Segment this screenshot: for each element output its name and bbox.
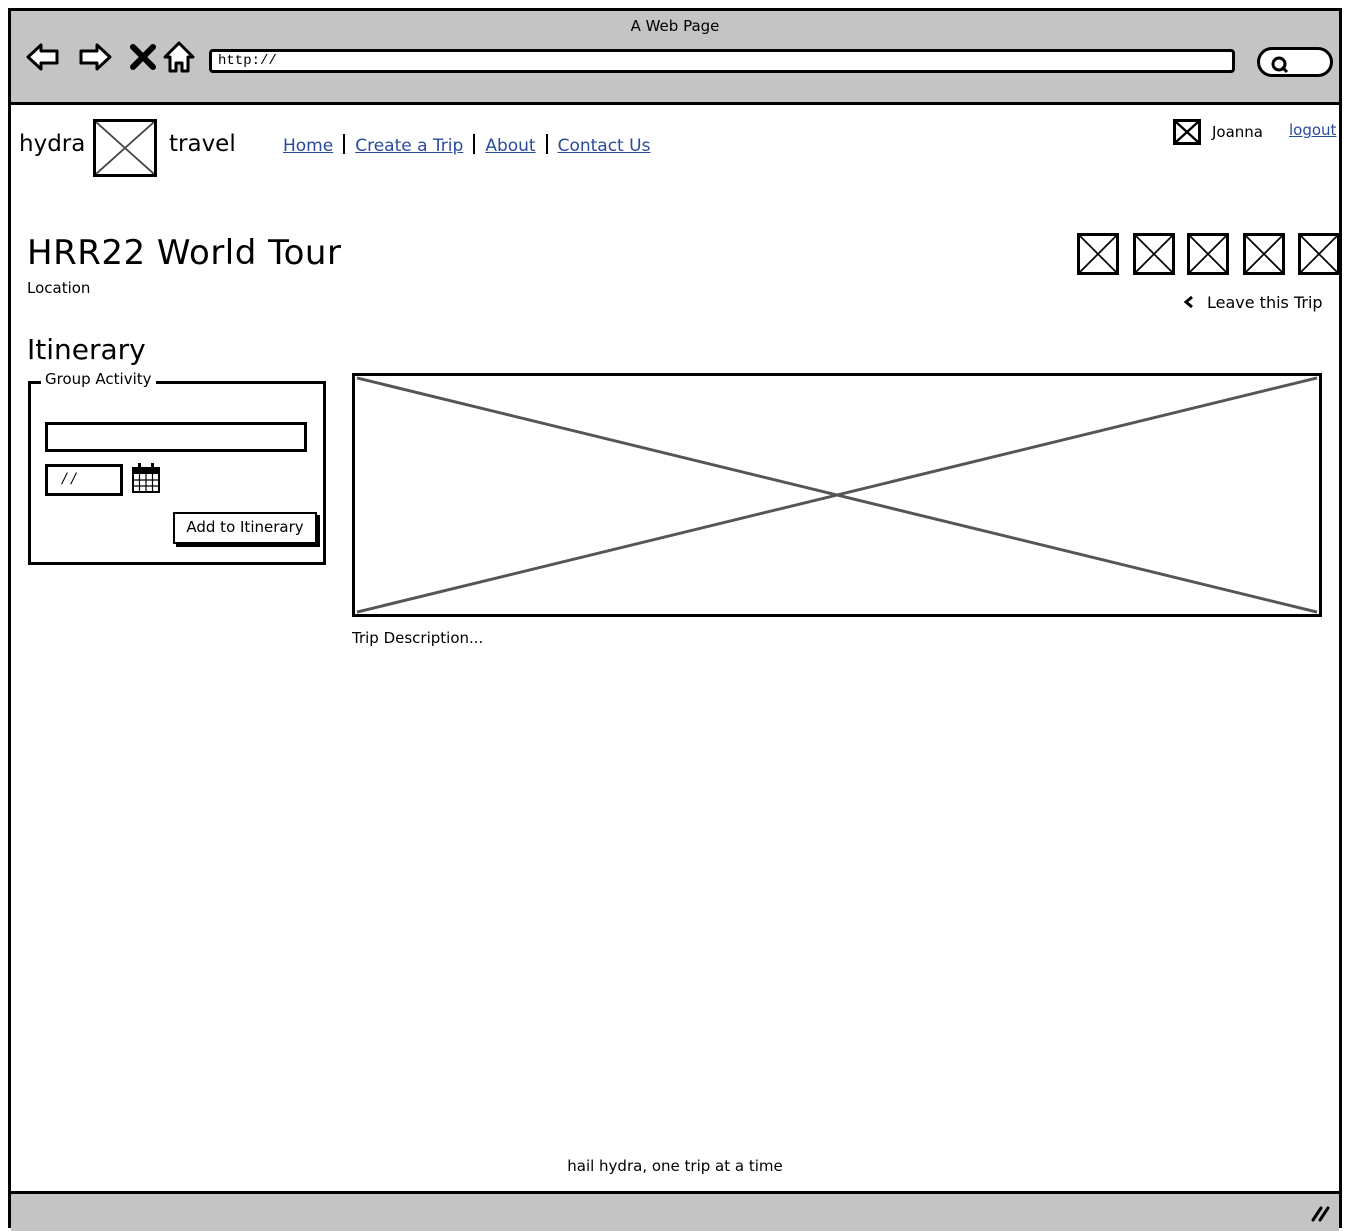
leave-trip-label: Leave this Trip bbox=[1207, 293, 1323, 312]
nav-home-link[interactable]: Home bbox=[283, 136, 333, 156]
home-icon[interactable] bbox=[161, 39, 197, 75]
itinerary-heading: Itinerary bbox=[27, 333, 146, 366]
member-avatar[interactable] bbox=[1133, 233, 1175, 275]
calendar-icon[interactable] bbox=[131, 462, 161, 494]
footer-tagline: hail hydra, one trip at a time bbox=[567, 1157, 783, 1175]
member-avatar[interactable] bbox=[1298, 233, 1340, 275]
forward-arrow-icon[interactable] bbox=[77, 39, 113, 75]
close-icon[interactable] bbox=[125, 39, 161, 75]
member-avatar[interactable] bbox=[1077, 233, 1119, 275]
logo-text-right: travel bbox=[169, 131, 236, 157]
chevron-left-icon bbox=[1183, 295, 1193, 309]
nav-contact-link[interactable]: Contact Us bbox=[558, 136, 651, 156]
trip-location: Location bbox=[27, 279, 91, 297]
group-activity-panel: Group Activity / / Add to Itinerary bbox=[28, 370, 326, 565]
logout-link[interactable]: logout bbox=[1289, 121, 1336, 139]
group-activity-label: Group Activity bbox=[41, 370, 156, 388]
activity-input[interactable] bbox=[45, 422, 307, 452]
trip-description: Trip Description... bbox=[352, 629, 484, 647]
leave-trip-link[interactable]: Leave this Trip bbox=[1183, 293, 1323, 312]
back-arrow-icon[interactable] bbox=[25, 39, 61, 75]
browser-window: A Web Page http:// hydra travel Home Cre… bbox=[8, 8, 1342, 1231]
url-input[interactable]: http:// bbox=[209, 49, 1235, 73]
search-button[interactable] bbox=[1257, 47, 1333, 77]
main-nav: Home Create a Trip About Contact Us bbox=[283, 134, 650, 156]
window-title: A Web Page bbox=[630, 17, 720, 35]
nav-separator bbox=[545, 134, 548, 154]
avatar bbox=[1173, 119, 1201, 145]
trip-image-placeholder bbox=[352, 373, 1322, 617]
logo-text-left: hydra bbox=[19, 131, 86, 157]
date-field[interactable]: / / bbox=[45, 464, 123, 496]
member-avatar[interactable] bbox=[1187, 233, 1229, 275]
add-to-itinerary-button[interactable]: Add to Itinerary bbox=[173, 512, 317, 544]
nav-about-link[interactable]: About bbox=[485, 136, 535, 156]
search-icon bbox=[1271, 56, 1289, 74]
resize-grip-icon[interactable] bbox=[1309, 1200, 1331, 1222]
member-avatar[interactable] bbox=[1243, 233, 1285, 275]
page-title: HRR22 World Tour bbox=[27, 233, 342, 273]
user-name: Joanna bbox=[1212, 123, 1263, 141]
nav-create-trip-link[interactable]: Create a Trip bbox=[355, 136, 463, 156]
nav-separator bbox=[343, 134, 346, 154]
nav-separator bbox=[473, 134, 476, 154]
browser-chrome: A Web Page http:// bbox=[11, 11, 1339, 105]
logo-image bbox=[93, 119, 157, 177]
browser-status-bar bbox=[11, 1191, 1339, 1231]
